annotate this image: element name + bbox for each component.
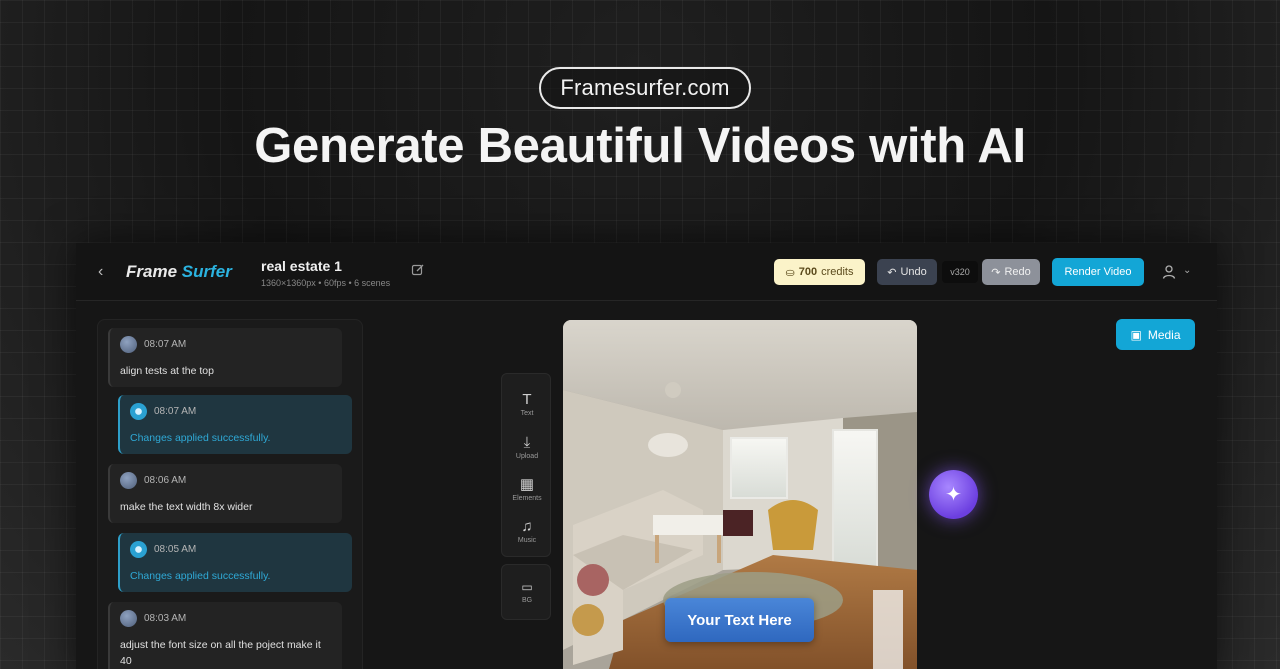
ai-avatar (130, 541, 147, 558)
tool-rail: T Text ⤓ Upload ▦ Elements ♫ Music (501, 373, 551, 557)
message-time: 08:07 AM (154, 406, 197, 417)
chat-message-ai: 08:05 AM Changes applied successfully. (118, 533, 352, 592)
tool-label: Elements (512, 495, 542, 502)
undo-icon: ↶ (887, 266, 897, 279)
text-icon: T (522, 391, 532, 408)
logo-part-surfer: Surfer (181, 262, 232, 281)
credits-value: 700 (798, 266, 818, 278)
message-text: adjust the font size on all the poject m… (120, 639, 321, 667)
tool-text[interactable]: T Text (502, 391, 552, 418)
message-text: Changes applied successfully. (130, 432, 271, 444)
tool-label: Upload (515, 453, 539, 460)
chat-panel: 08:07 AM align tests at the top 08:07 AM… (97, 319, 363, 669)
coins-icon: ⛀ (785, 266, 795, 279)
chat-message: 08:03 AM adjust the font size on all the… (108, 602, 342, 669)
render-video-button[interactable]: Render Video (1052, 258, 1144, 286)
message-time: 08:03 AM (144, 613, 187, 624)
hero-title: Generate Beautiful Videos with AI (254, 119, 1026, 173)
credits-badge[interactable]: ⛀ 700 credits (774, 259, 865, 285)
brand-pill: Framesurfer.com (539, 67, 751, 109)
undo-label: Undo (900, 266, 927, 278)
credits-label: credits (821, 266, 854, 278)
media-button[interactable]: ▣ Media (1116, 319, 1195, 350)
chat-message: 08:06 AM make the text width 8x wider (108, 464, 342, 523)
avatar (120, 472, 137, 489)
ai-sparkle-button[interactable]: ✦ (929, 470, 978, 519)
tool-bg[interactable]: ▭ BG (502, 579, 552, 604)
user-icon[interactable] (1161, 264, 1177, 280)
redo-icon: ↷ (991, 266, 1001, 279)
project-name: real estate 1 (261, 258, 342, 274)
message-text: make the text width 8x wider (120, 501, 253, 513)
tool-label: Text (520, 410, 534, 417)
edit-icon[interactable] (411, 263, 425, 277)
tool-elements[interactable]: ▦ Elements (502, 476, 552, 503)
chat-message: 08:07 AM align tests at the top (108, 328, 342, 387)
message-text: Changes applied successfully. (130, 570, 271, 582)
brand-text: Framesurfer.com (560, 75, 730, 100)
monitor-icon: ▭ (521, 580, 533, 594)
message-time: 08:05 AM (154, 544, 197, 555)
chevron-down-icon[interactable]: ⌄ (1183, 265, 1191, 276)
music-icon: ♫ (521, 518, 533, 535)
tool-label: Music (517, 537, 537, 544)
upload-icon: ⤓ (523, 434, 531, 451)
top-bar: ‹ Frame Surfer real estate 1 1360×1360px… (76, 243, 1217, 301)
avatar (120, 610, 137, 627)
tool-label: BG (521, 597, 533, 604)
message-time: 08:07 AM (144, 339, 187, 350)
undo-button[interactable]: ↶ Undo (877, 259, 937, 285)
chat-message-ai: 08:07 AM Changes applied successfully. (118, 395, 352, 454)
redo-button[interactable]: ↷ Redo (982, 259, 1040, 285)
chevron-left-icon[interactable]: ‹ (98, 263, 103, 281)
media-label: Media (1147, 327, 1181, 342)
project-meta: 1360×1360px • 60fps • 6 scenes (261, 278, 391, 288)
image-icon: ▣ (1130, 327, 1142, 342)
text-overlay[interactable]: Your Text Here (665, 598, 814, 642)
version-badge: v320 (942, 261, 978, 283)
avatar (120, 336, 137, 353)
video-canvas[interactable]: Your Text Here (563, 320, 917, 669)
tool-rail-secondary: ▭ BG (501, 564, 551, 620)
elements-icon: ▦ (519, 476, 535, 493)
message-time: 08:06 AM (144, 475, 187, 486)
tool-music[interactable]: ♫ Music (502, 518, 552, 545)
message-text: align tests at the top (120, 365, 214, 377)
ai-avatar (130, 403, 147, 420)
sparkle-icon: ✦ (945, 484, 962, 506)
logo[interactable]: Frame Surfer (126, 262, 232, 282)
tool-upload[interactable]: ⤓ Upload (502, 434, 552, 461)
logo-part-frame: Frame (126, 262, 178, 281)
app-window: ‹ Frame Surfer real estate 1 1360×1360px… (76, 243, 1217, 669)
redo-label: Redo (1004, 266, 1031, 278)
